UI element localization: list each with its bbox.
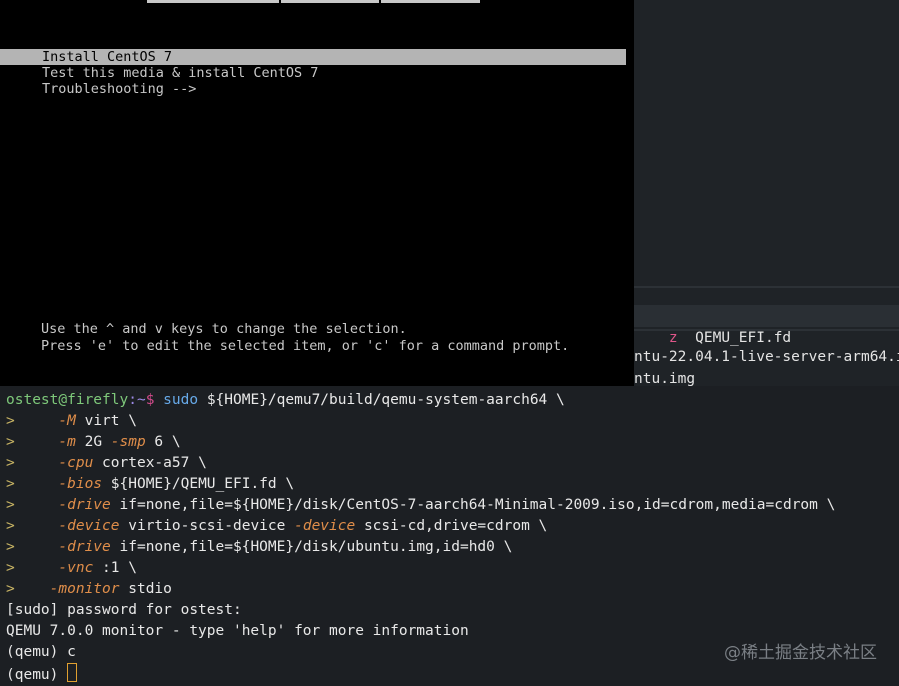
bg-divider — [634, 286, 899, 288]
qemu-banner: QEMU 7.0.0 monitor - type 'help' for mor… — [6, 623, 469, 639]
window-edge-1 — [147, 0, 279, 3]
arg-line: > -m 2G -smp 6 \ — [6, 434, 181, 450]
boot-menu-troubleshooting[interactable]: Troubleshooting --> — [0, 81, 196, 97]
window-edge-3 — [381, 0, 480, 3]
bg-file-row-1: z QEMU_EFI.fd — [634, 305, 899, 346]
qemu-command-line: (qemu) c — [6, 644, 76, 660]
bg-file-row-3: ntu.img — [634, 371, 696, 386]
arg-line: > -monitor stdio — [6, 581, 172, 597]
vnc-viewer-window[interactable]: Install CentOS 7 Test this media & insta… — [0, 0, 634, 386]
qemu-input-line[interactable]: (qemu) — [6, 663, 78, 684]
background-terminal: z QEMU_EFI.fd ntu-22.04.1-live-server-ar… — [634, 0, 899, 386]
arg-line: > -bios ${HOME}/QEMU_EFI.fd \ — [6, 476, 295, 492]
arg-line: > -drive if=none,file=${HOME}/disk/CentO… — [6, 497, 836, 513]
window-edge-2 — [281, 0, 379, 3]
text-cursor — [67, 663, 78, 682]
bg-divider-2 — [634, 329, 899, 331]
arg-line: > -M virt \ — [6, 413, 137, 429]
sudo-password-prompt: [sudo] password for ostest: — [6, 602, 242, 618]
bg-file-row-2: ntu-22.04.1-live-server-arm64.i — [634, 349, 899, 365]
boot-help-line-2: Press 'e' to edit the selected item, or … — [41, 338, 570, 354]
command-line: ostest@firefly:~$ sudo ${HOME}/qemu7/bui… — [6, 392, 565, 408]
boot-help-line-1: Use the ^ and v keys to change the selec… — [41, 321, 407, 337]
boot-menu-install[interactable]: Install CentOS 7 — [0, 49, 626, 65]
watermark: @稀土掘金技术社区 — [724, 643, 877, 663]
arg-line: > -cpu cortex-a57 \ — [6, 455, 207, 471]
arg-line: > -device virtio-scsi-device -device scs… — [6, 518, 548, 534]
arg-line: > -drive if=none,file=${HOME}/disk/ubunt… — [6, 539, 513, 555]
arg-line: > -vnc :1 \ — [6, 560, 137, 576]
boot-menu-test-install[interactable]: Test this media & install CentOS 7 — [0, 65, 318, 81]
